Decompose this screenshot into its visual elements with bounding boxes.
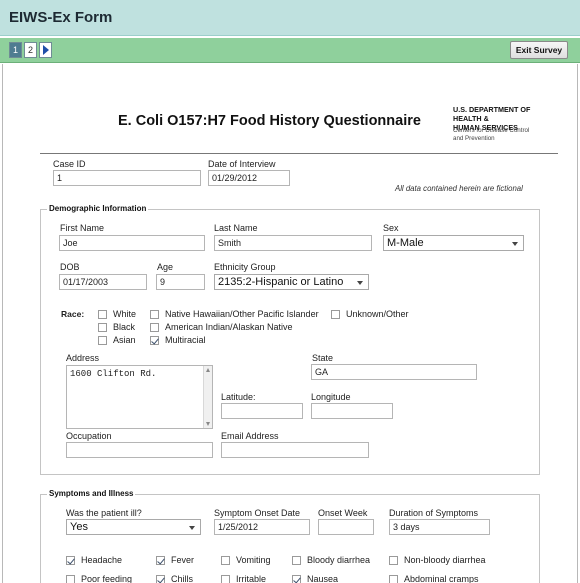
dob-label: DOB xyxy=(60,262,80,272)
age-input[interactable]: 9 xyxy=(156,274,205,290)
ethnicity-select[interactable]: 2135:2-Hispanic or Latino xyxy=(214,274,369,290)
chevron-down-icon xyxy=(512,242,518,246)
race-multiracial-checkbox[interactable] xyxy=(150,336,159,345)
race-black-label: Black xyxy=(113,322,136,332)
dept-line-1: U.S. DEPARTMENT OF xyxy=(453,105,531,114)
occupation-input[interactable] xyxy=(66,442,213,458)
onset-week-label: Onset Week xyxy=(318,508,368,518)
bloody-diarrhea-checkbox[interactable] xyxy=(292,556,301,565)
cdc-text: Centers for Disease Control and Preventi… xyxy=(453,127,563,143)
race-black-checkbox[interactable] xyxy=(98,323,107,332)
nausea-label: Nausea xyxy=(307,574,339,583)
cdc-line-1: Centers for Disease Control xyxy=(453,127,530,134)
duration-label: Duration of Symptoms xyxy=(389,508,479,518)
age-label: Age xyxy=(157,262,174,272)
nausea-checkbox[interactable] xyxy=(292,575,301,583)
headache-checkbox[interactable] xyxy=(66,556,75,565)
race-nhpi-checkbox[interactable] xyxy=(150,310,159,319)
race-aian-label: American Indian/Alaskan Native xyxy=(165,322,293,332)
address-label: Address xyxy=(66,353,100,363)
occupation-label: Occupation xyxy=(66,431,112,441)
header-divider xyxy=(40,153,558,154)
vomiting-checkbox[interactable] xyxy=(221,556,230,565)
poor-feeding-checkbox[interactable] xyxy=(66,575,75,583)
page-2-button[interactable]: 2 xyxy=(24,42,37,58)
race-asian-label: Asian xyxy=(113,335,136,345)
fictional-note: All data contained herein are fictional xyxy=(395,184,523,193)
email-label: Email Address xyxy=(221,431,279,441)
race-white-checkbox[interactable] xyxy=(98,310,107,319)
cdc-line-2: and Prevention xyxy=(453,135,495,142)
latitude-input[interactable] xyxy=(221,403,303,419)
race-multiracial-label: Multiracial xyxy=(165,335,206,345)
race-unknown-label: Unknown/Other xyxy=(346,309,409,319)
race-unknown-checkbox[interactable] xyxy=(331,310,340,319)
onset-week-input[interactable] xyxy=(318,519,374,535)
ill-label: Was the patient ill? xyxy=(66,508,142,518)
race-label: Race: xyxy=(61,309,85,319)
race-white-label: White xyxy=(113,309,137,319)
address-scrollbar[interactable] xyxy=(203,366,212,428)
poor-feeding-label: Poor feeding xyxy=(81,574,133,583)
interview-date-label: Date of Interview xyxy=(208,159,276,169)
sex-selected-value: M-Male xyxy=(387,237,424,249)
chills-label: Chills xyxy=(171,574,194,583)
symptoms-legend: Symptoms and Illness xyxy=(47,489,136,498)
demographic-legend: Demographic Information xyxy=(47,204,149,213)
state-input[interactable]: GA xyxy=(311,364,477,380)
longitude-label: Longitude xyxy=(311,392,351,402)
first-name-input[interactable]: Joe xyxy=(59,235,205,251)
sex-select[interactable]: M-Male xyxy=(383,235,524,251)
page-nav-bar: 1 2 Exit Survey xyxy=(0,38,580,63)
app-title: EIWS-Ex Form xyxy=(9,9,113,26)
non-bloody-diarrhea-checkbox[interactable] xyxy=(389,556,398,565)
fever-label: Fever xyxy=(171,555,195,565)
race-asian-checkbox[interactable] xyxy=(98,336,107,345)
duration-input[interactable]: 3 days xyxy=(389,519,490,535)
onset-date-label: Symptom Onset Date xyxy=(214,508,301,518)
irritable-label: Irritable xyxy=(236,574,267,583)
dept-line-2: HEALTH & xyxy=(453,114,489,123)
address-textarea[interactable]: 1600 Clifton Rd. xyxy=(66,365,213,429)
last-name-input[interactable]: Smith xyxy=(214,235,372,251)
email-input[interactable] xyxy=(221,442,369,458)
abdominal-cramps-label: Abdominal cramps xyxy=(404,574,479,583)
onset-date-input[interactable]: 1/25/2012 xyxy=(214,519,310,535)
non-bloody-diarrhea-label: Non-bloody diarrhea xyxy=(404,555,486,565)
latitude-label: Latitude: xyxy=(221,392,256,402)
longitude-input[interactable] xyxy=(311,403,393,419)
race-aian-checkbox[interactable] xyxy=(150,323,159,332)
app-titlebar: EIWS-Ex Form xyxy=(0,0,580,36)
state-label: State xyxy=(312,353,334,363)
headache-label: Headache xyxy=(81,555,123,565)
chevron-down-icon xyxy=(357,281,363,285)
chevron-down-icon xyxy=(189,526,195,530)
bloody-diarrhea-label: Bloody diarrhea xyxy=(307,555,371,565)
case-id-input[interactable]: 1 xyxy=(53,170,201,186)
sex-label: Sex xyxy=(383,223,399,233)
next-page-arrow-icon[interactable] xyxy=(39,42,52,58)
ethnicity-label: Ethnicity Group xyxy=(214,262,276,272)
address-value: 1600 Clifton Rd. xyxy=(70,369,157,379)
fever-checkbox[interactable] xyxy=(156,556,165,565)
case-id-label: Case ID xyxy=(53,159,86,169)
ill-selected-value: Yes xyxy=(70,521,88,533)
page-title: E. Coli O157:H7 Food History Questionnai… xyxy=(118,113,421,129)
abdominal-cramps-checkbox[interactable] xyxy=(389,575,398,583)
chills-checkbox[interactable] xyxy=(156,575,165,583)
ethnicity-selected-value: 2135:2-Hispanic or Latino xyxy=(218,276,344,288)
ill-select[interactable]: Yes xyxy=(66,519,201,535)
last-name-label: Last Name xyxy=(214,223,258,233)
vomiting-label: Vomiting xyxy=(236,555,271,565)
first-name-label: First Name xyxy=(60,223,105,233)
interview-date-input[interactable]: 01/29/2012 xyxy=(208,170,290,186)
irritable-checkbox[interactable] xyxy=(221,575,230,583)
race-nhpi-label: Native Hawaiian/Other Pacific Islander xyxy=(165,309,319,319)
page-1-button[interactable]: 1 xyxy=(9,42,22,58)
dob-input[interactable]: 01/17/2003 xyxy=(59,274,147,290)
exit-survey-button[interactable]: Exit Survey xyxy=(510,41,568,59)
